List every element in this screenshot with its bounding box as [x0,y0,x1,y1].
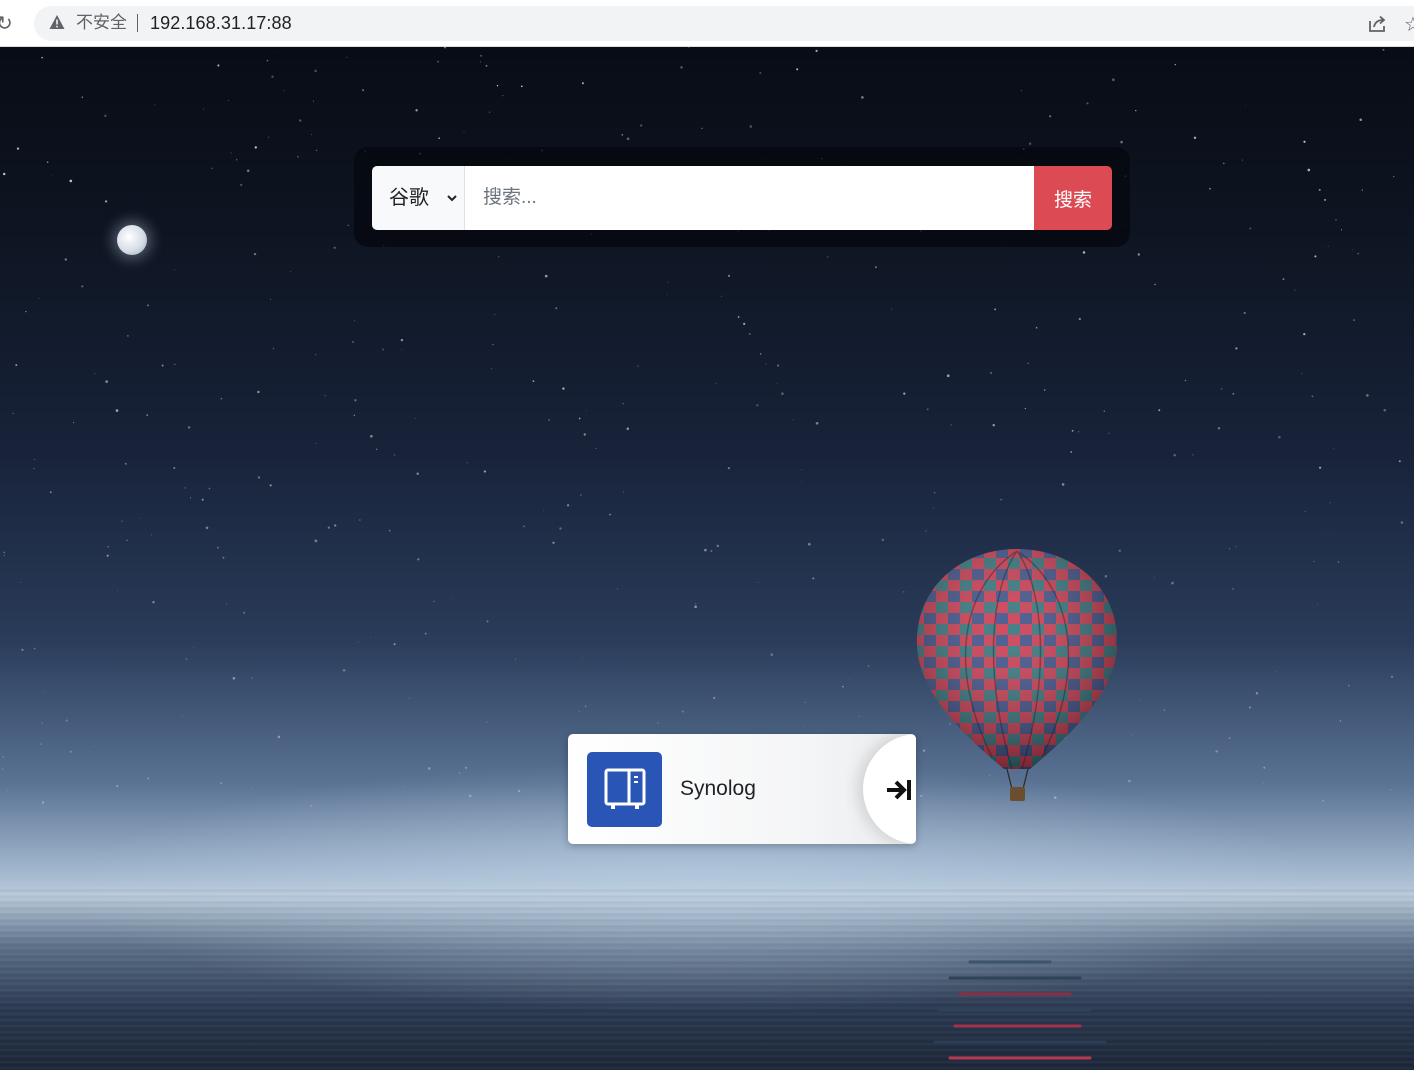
search-engine-select[interactable]: 谷歌 [372,166,465,230]
moon-image [117,225,147,255]
hot-air-balloon-image [916,549,1118,801]
open-app-button[interactable] [863,734,916,844]
app-name: Synolog [680,777,756,800]
browser-toolbar: ↻ 不安全 192.168.31.17:88 ☆ [0,0,1414,47]
enter-arrow-icon [887,780,911,800]
search-button[interactable]: 搜索 [1034,166,1112,230]
water-surface [0,887,1414,1070]
reload-icon[interactable]: ↻ [0,11,16,35]
nas-server-icon [587,752,662,827]
separator [137,14,138,32]
warning-icon[interactable] [49,14,65,30]
share-icon[interactable] [1366,13,1388,35]
chevron-down-icon [447,195,457,202]
url-text[interactable]: 192.168.31.17:88 [150,12,292,34]
app-card[interactable]: Synolog [568,734,916,844]
bookmark-star-icon[interactable]: ☆ [1404,12,1414,37]
security-label[interactable]: 不安全 [76,12,127,34]
balloon-reflection [933,960,1107,1060]
search-input[interactable] [465,166,1034,230]
engine-label: 谷歌 [389,187,429,209]
